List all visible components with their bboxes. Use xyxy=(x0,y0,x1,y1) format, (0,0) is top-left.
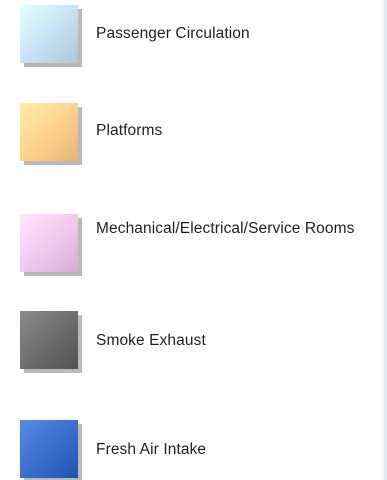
legend-item-smoke-exhaust: Smoke Exhaust xyxy=(0,311,380,379)
smoke-exhaust-label: Smoke Exhaust xyxy=(96,332,206,349)
platforms-label: Platforms xyxy=(96,122,163,139)
legend-item-mechanical-electrical-service-rooms: Mechanical/Electrical/Service Rooms xyxy=(0,212,380,280)
legend: Passenger Circulation Platforms Mechanic… xyxy=(0,0,380,480)
mechanical-electrical-service-rooms-label: Mechanical/Electrical/Service Rooms xyxy=(96,220,355,237)
smoke-exhaust-swatch xyxy=(20,311,78,369)
passenger-circulation-label: Passenger Circulation xyxy=(96,25,250,42)
legend-item-fresh-air-intake: Fresh Air Intake xyxy=(0,420,380,480)
fresh-air-intake-label: Fresh Air Intake xyxy=(96,441,207,458)
legend-item-passenger-circulation: Passenger Circulation xyxy=(0,5,380,73)
fresh-air-intake-swatch xyxy=(20,420,78,478)
mechanical-electrical-service-rooms-swatch xyxy=(20,214,78,272)
legend-item-platforms: Platforms xyxy=(0,103,380,171)
right-edge-divider xyxy=(380,0,387,480)
platforms-swatch xyxy=(20,103,78,161)
passenger-circulation-swatch xyxy=(20,5,78,63)
